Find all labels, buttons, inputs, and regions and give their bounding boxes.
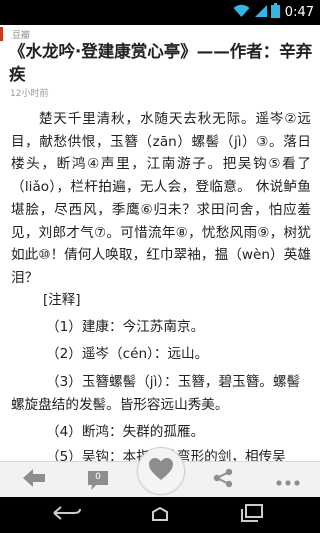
nav-home-icon [145, 506, 175, 525]
more-icon [276, 471, 300, 490]
poem-body: 楚天千里清秋，水随天去秋无际。遥岑②远目，献愁供恨，玉簪（zān）螺髻（jì）③… [11, 111, 311, 286]
status-icons: 0:47 [233, 3, 314, 22]
back-arrow-icon [23, 469, 45, 491]
share-button[interactable] [205, 462, 241, 498]
article-title: 《水龙吟·登建康赏心亭》——作者：辛弃疾 [9, 42, 313, 84]
status-time: 0:47 [284, 5, 314, 20]
comment-button[interactable]: 0 [80, 462, 116, 498]
article-content[interactable]: 楚天千里清秋，水随天去秋无际。遥岑②远目，献愁供恨，玉簪（zān）螺髻（jì）③… [0, 103, 320, 461]
note-text: （2）遥岑（cén）：远山。 [46, 346, 209, 362]
nav-back-button[interactable] [37, 497, 97, 533]
back-button[interactable] [16, 462, 52, 498]
poem-text: 楚天千里清秋，水随天去秋无际。遥岑②远目，献愁供恨，玉簪（zān）螺髻（jì）③… [11, 108, 311, 290]
note-text: （1）建康：今江苏南京。 [46, 319, 205, 335]
nav-home-button[interactable] [130, 497, 190, 533]
note-item: （4）断鸿：失群的孤雁。 [11, 421, 311, 444]
comment-count: 0 [95, 472, 101, 482]
system-nav-bar [0, 497, 320, 533]
battery-icon [270, 3, 280, 22]
notes-heading: [注释] [43, 292, 81, 308]
article-timestamp: 12小时前 [10, 89, 49, 99]
note-text: （4）断鸿：失群的孤雁。 [46, 424, 205, 440]
header-accent-bar [0, 27, 3, 41]
app-name: 豆瓣 [12, 30, 31, 41]
status-bar: 0:47 [0, 0, 320, 25]
note-item: （2）遥岑（cén）：远山。 [11, 343, 311, 366]
nav-recents-button[interactable] [222, 497, 282, 533]
note-item: （1）建康：今江苏南京。 [11, 316, 311, 339]
wifi-icon [233, 3, 250, 22]
share-icon [212, 468, 234, 492]
nav-recents-icon [240, 504, 264, 526]
signal-icon [253, 3, 268, 22]
more-button[interactable] [270, 462, 306, 498]
note-item: （3）玉簪螺髻（jì）：玉簪，碧玉簪。螺髻螺旋盘结的发髻。皆形容远山秀美。 [11, 371, 311, 416]
nav-back-icon [52, 505, 82, 525]
note-text: （3）玉簪螺髻（jì）：玉簪，碧玉簪。螺髻螺旋盘结的发髻。皆形容远山秀美。 [11, 374, 301, 413]
heart-icon [148, 457, 174, 485]
like-button[interactable] [137, 447, 185, 495]
comment-icon: 0 [87, 469, 109, 491]
